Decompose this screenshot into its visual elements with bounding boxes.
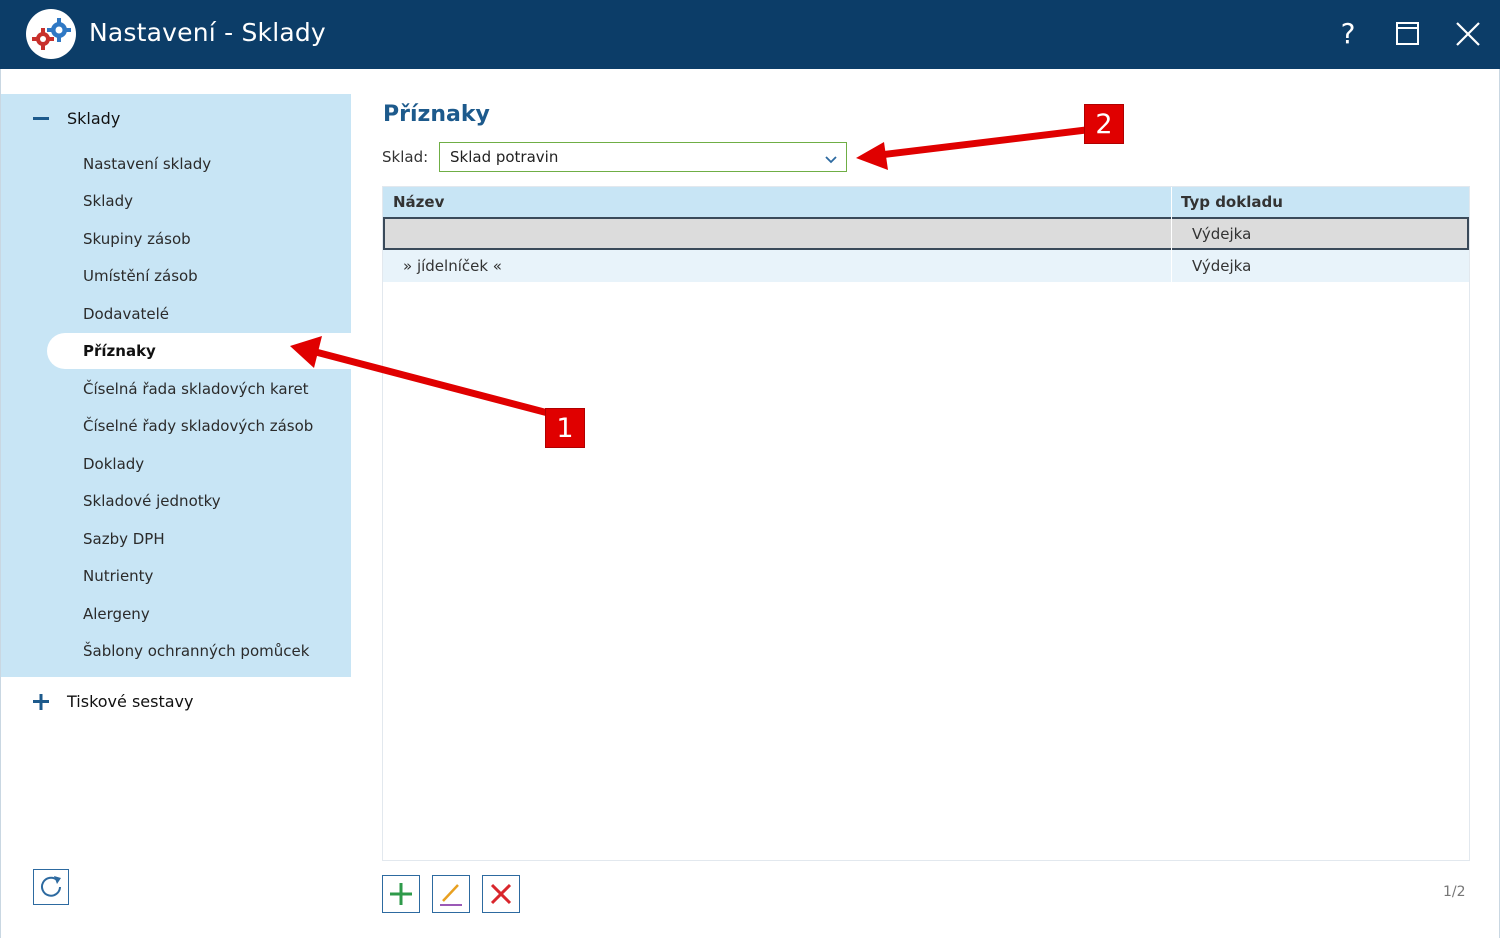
sidebar-item-doklady[interactable]: Doklady (47, 446, 352, 482)
sidebar-item-ciselne-rady-zasob[interactable]: Číselné řady skladových zásob (47, 408, 352, 444)
annotation-badge-1: 1 (545, 408, 585, 448)
title-bar: Nastavení - Sklady ? (0, 0, 1500, 69)
sklad-select[interactable]: Sklad potravin (439, 142, 847, 172)
page-indicator: 1/2 (1443, 884, 1466, 900)
sidebar-item-umisteni-zasob[interactable]: Umístění zásob (47, 258, 352, 294)
page-title: Příznaky (383, 102, 490, 127)
sidebar-item-alergeny[interactable]: Alergeny (47, 596, 352, 632)
pencil-icon (433, 884, 469, 916)
gears-icon (26, 9, 76, 59)
sidebar-item-label: Číselné řady skladových zásob (83, 417, 314, 435)
delete-icon (483, 883, 519, 916)
group-label: Sklady (67, 109, 121, 128)
chevron-down-icon (824, 151, 838, 170)
sidebar-item-label: Umístění zásob (83, 267, 198, 285)
edit-button[interactable] (432, 875, 470, 913)
settings-window: Nastavení - Sklady ? Sklady Nastavení sk… (0, 0, 1500, 938)
annotation-badge-2: 2 (1084, 104, 1124, 144)
group-header-tiskove-sestavy[interactable]: Tiskové sestavy (1, 680, 352, 726)
sidebar-item-label: Sklady (83, 192, 133, 210)
minus-icon (31, 109, 51, 129)
sidebar-item-label: Dodavatelé (83, 305, 170, 323)
table-row[interactable]: » jídelníček « Výdejka (383, 250, 1469, 282)
refresh-icon (34, 876, 68, 908)
cell-nazev: » jídelníček « (403, 257, 502, 275)
column-header-typ-dokladu[interactable]: Typ dokladu (1181, 193, 1283, 211)
sidebar-item-sazby-dph[interactable]: Sazby DPH (47, 521, 352, 557)
column-divider (1171, 187, 1172, 282)
sklad-select-value: Sklad potravin (450, 148, 559, 166)
sidebar-item-label: Skupiny zásob (83, 230, 191, 248)
sidebar-item-label: Doklady (83, 455, 145, 473)
help-button[interactable]: ? (1326, 12, 1370, 56)
sidebar-item-label: Nutrienty (83, 567, 154, 585)
cell-typ-dokladu: Výdejka (1192, 257, 1252, 275)
sidebar-item-priznaky[interactable]: Příznaky (47, 333, 352, 369)
delete-button[interactable] (482, 875, 520, 913)
close-button[interactable] (1446, 12, 1490, 56)
sidebar-item-skladove-jednotky[interactable]: Skladové jednotky (47, 483, 352, 519)
sidebar-item-sklady[interactable]: Sklady (47, 183, 352, 219)
sidebar-item-label: Skladové jednotky (83, 492, 221, 510)
window-title: Nastavení - Sklady (89, 18, 326, 47)
sidebar-item-label: Nastavení sklady (83, 155, 212, 173)
sidebar-item-nastaveni-skladu[interactable]: Nastavení sklady (47, 146, 352, 182)
group-label: Tiskové sestavy (67, 692, 194, 711)
table-header: Název Typ dokladu (383, 187, 1469, 217)
plus-icon (31, 692, 51, 712)
refresh-button[interactable] (33, 869, 69, 905)
sidebar-item-label: Číselná řada skladových karet (83, 380, 309, 398)
sidebar-item-sablony[interactable]: Šablony ochranných pomůcek (47, 633, 352, 669)
sidebar-item-nutrienty[interactable]: Nutrienty (47, 558, 352, 594)
plus-icon (383, 883, 419, 916)
sklad-label: Sklad: (382, 148, 429, 166)
main-content: Příznaky Sklad: Sklad potravin Název Typ… (351, 69, 1500, 938)
sidebar-item-label: Sazby DPH (83, 530, 165, 548)
table-row[interactable]: Výdejka (383, 217, 1469, 250)
maximize-button[interactable] (1386, 12, 1430, 56)
sidebar-item-label: Alergeny (83, 605, 150, 623)
group-header-sklady[interactable]: Sklady (1, 97, 352, 143)
sidebar-item-label: Šablony ochranných pomůcek (83, 642, 310, 660)
priznaky-table: Název Typ dokladu Výdejka » jídelníček «… (382, 186, 1470, 861)
sidebar-item-dodavatele[interactable]: Dodavatelé (47, 296, 352, 332)
sidebar-item-ciselna-rada-karet[interactable]: Číselná řada skladových karet (47, 371, 352, 407)
sidebar-item-skupiny-zasob[interactable]: Skupiny zásob (47, 221, 352, 257)
sidebar-item-label: Příznaky (83, 342, 156, 360)
add-button[interactable] (382, 875, 420, 913)
sidebar: Sklady Nastavení sklady Sklady Skupiny z… (0, 69, 352, 938)
cell-typ-dokladu: Výdejka (1192, 225, 1252, 243)
sidebar-group-sklady: Sklady Nastavení sklady Sklady Skupiny z… (1, 94, 352, 677)
column-header-nazev[interactable]: Název (393, 193, 444, 211)
